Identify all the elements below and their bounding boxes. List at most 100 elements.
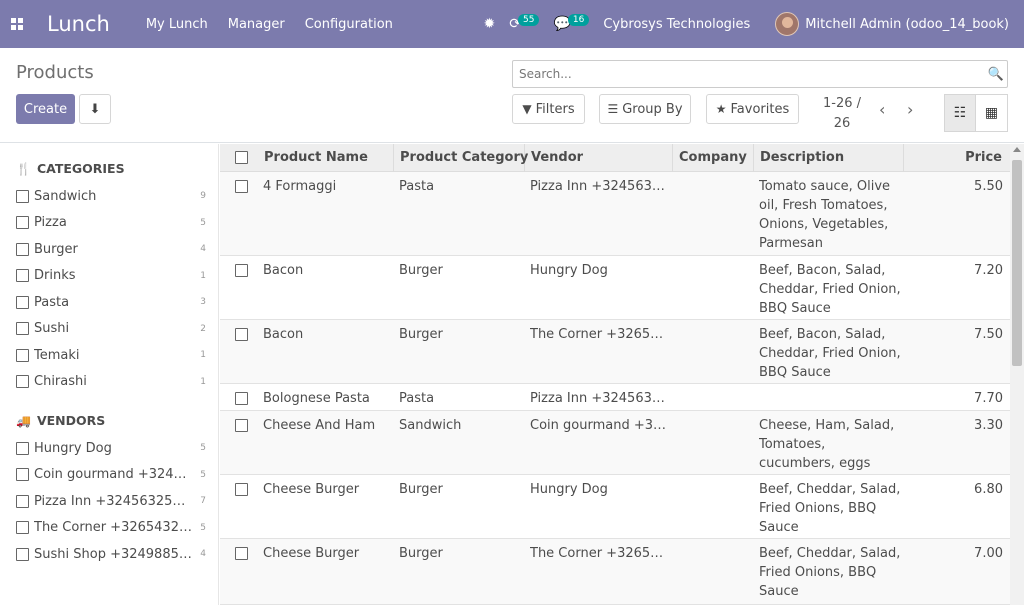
menu-configuration[interactable]: Configuration bbox=[305, 17, 393, 32]
cell-price: 3.30 bbox=[974, 418, 1003, 433]
table-row[interactable]: Cheese And Ham Sandwich Coin gourmand +324… bbox=[220, 411, 1010, 475]
search-icon[interactable]: 🔍 bbox=[985, 67, 1007, 82]
debug-bug-icon[interactable]: ✹ bbox=[484, 16, 496, 32]
cell-product-category: Pasta bbox=[399, 179, 435, 194]
category-filter-item[interactable]: Temaki 1 bbox=[16, 345, 206, 365]
cell-description: Beef, Cheddar, Salad, Fried Onions, BBQ … bbox=[759, 546, 901, 599]
categories-title: CATEGORIES bbox=[36, 161, 125, 176]
pager-next-icon[interactable]: › bbox=[907, 100, 913, 119]
category-filter-item[interactable]: Pasta 3 bbox=[16, 292, 206, 312]
scroll-up-icon[interactable] bbox=[1013, 147, 1021, 152]
row-checkbox[interactable] bbox=[235, 547, 248, 560]
cutlery-icon: 🍴 bbox=[16, 161, 31, 176]
row-checkbox[interactable] bbox=[235, 419, 248, 432]
row-checkbox[interactable] bbox=[235, 392, 248, 405]
table-row[interactable]: Cheese Burger Burger The Corner +3265432… B… bbox=[220, 539, 1010, 605]
vendor-filter-item[interactable]: The Corner +32654321… 5 bbox=[16, 518, 206, 538]
cell-price: 6.80 bbox=[974, 482, 1003, 497]
menu-manager[interactable]: Manager bbox=[228, 17, 285, 32]
app-title[interactable]: Lunch bbox=[47, 12, 110, 36]
filter-checkbox[interactable] bbox=[16, 322, 29, 335]
filter-label: Sandwich bbox=[34, 188, 97, 204]
cell-price: 7.20 bbox=[974, 263, 1003, 278]
favorites-label: Favorites bbox=[730, 101, 790, 117]
filter-count: 3 bbox=[200, 297, 206, 307]
category-filter-item[interactable]: Burger 4 bbox=[16, 239, 206, 259]
list-view-icon[interactable]: ☷ bbox=[944, 94, 976, 132]
filter-label: Coin gourmand +32485… bbox=[34, 467, 192, 482]
group-by-label: Group By bbox=[622, 101, 683, 117]
filter-checkbox[interactable] bbox=[16, 295, 29, 309]
company-switcher[interactable]: Cybrosys Technologies bbox=[603, 17, 750, 32]
row-checkbox[interactable] bbox=[235, 483, 248, 496]
download-button[interactable]: ⬇ bbox=[79, 94, 111, 124]
category-filter-item[interactable]: Pizza 5 bbox=[16, 213, 206, 233]
user-avatar[interactable] bbox=[775, 12, 800, 36]
filter-checkbox[interactable] bbox=[16, 242, 29, 256]
cell-price: 7.50 bbox=[974, 327, 1003, 342]
cell-vendor: Coin gourmand +324… bbox=[530, 418, 670, 433]
cell-product-name: Bolognese Pasta bbox=[263, 391, 370, 406]
filter-checkbox[interactable] bbox=[16, 375, 29, 388]
filter-checkbox[interactable] bbox=[16, 521, 29, 534]
filter-count: 5 bbox=[200, 469, 206, 480]
category-filter-item[interactable]: Sandwich 9 bbox=[16, 186, 206, 206]
pager-value[interactable]: 1-26 / 26 bbox=[821, 94, 863, 134]
pager-previous-icon[interactable]: ‹ bbox=[879, 100, 885, 119]
filter-checkbox[interactable] bbox=[16, 441, 29, 455]
column-vendor[interactable]: Vendor bbox=[525, 144, 673, 172]
filter-checkbox[interactable] bbox=[16, 269, 29, 282]
filter-checkbox[interactable] bbox=[16, 547, 29, 561]
cell-product-category: Sandwich bbox=[399, 418, 462, 433]
activity-clock-icon[interactable]: ⟳ 55 bbox=[509, 14, 540, 32]
column-company[interactable]: Company bbox=[673, 144, 754, 172]
select-all-checkbox[interactable] bbox=[235, 151, 248, 164]
group-by-button[interactable]: ☰ Group By bbox=[599, 94, 691, 124]
category-filter-item[interactable]: Sushi 2 bbox=[16, 319, 206, 339]
cell-product-name: Cheese Burger bbox=[263, 546, 360, 561]
column-product-category[interactable]: Product Category bbox=[394, 144, 528, 172]
cell-price: 5.50 bbox=[974, 179, 1003, 194]
cell-vendor: Pizza Inn +32456325… bbox=[530, 391, 670, 406]
search-input[interactable] bbox=[519, 67, 985, 81]
row-checkbox[interactable] bbox=[235, 264, 248, 277]
column-price[interactable]: Price bbox=[904, 144, 1010, 172]
table-row[interactable]: Bacon Burger The Corner +3265432… Beef, Bac… bbox=[220, 320, 1010, 384]
favorites-button[interactable]: ★ Favorites bbox=[706, 94, 799, 124]
filter-count: 4 bbox=[200, 244, 206, 254]
filter-checkbox[interactable] bbox=[16, 348, 29, 362]
filters-button[interactable]: ▼ Filters bbox=[512, 94, 585, 124]
user-menu[interactable]: Mitchell Admin (odoo_14_book) bbox=[805, 17, 1009, 32]
category-filter-item[interactable]: Chirashi 1 bbox=[16, 372, 206, 392]
category-filter-item[interactable]: Drinks 1 bbox=[16, 266, 206, 286]
messages-chat-icon[interactable]: 💬 16 bbox=[553, 14, 590, 32]
filter-label: Hungry Dog bbox=[34, 440, 112, 456]
vendor-filter-item[interactable]: Pizza Inn +32456325289 7 bbox=[16, 491, 206, 511]
filter-count: 9 bbox=[200, 191, 206, 201]
vendor-filter-item[interactable]: Coin gourmand +32485… 5 bbox=[16, 465, 206, 485]
list-scrollbar[interactable] bbox=[1010, 144, 1024, 605]
filter-checkbox[interactable] bbox=[16, 189, 29, 203]
column-description[interactable]: Description bbox=[754, 144, 904, 172]
table-row[interactable]: Bacon Burger Hungry Dog Beef, Bacon, Salad,… bbox=[220, 256, 1010, 320]
vendor-filter-item[interactable]: Sushi Shop +32498859… 4 bbox=[16, 544, 206, 564]
apps-menu-icon[interactable] bbox=[0, 0, 34, 48]
scroll-thumb[interactable] bbox=[1012, 160, 1022, 366]
filter-count: 5 bbox=[200, 522, 206, 533]
kanban-view-icon[interactable]: ▦ bbox=[976, 94, 1008, 132]
cell-description: Beef, Bacon, Salad, Cheddar, Fried Onion… bbox=[759, 263, 901, 316]
filter-checkbox[interactable] bbox=[16, 468, 29, 481]
filter-checkbox[interactable] bbox=[16, 216, 29, 229]
table-row[interactable]: Cheese Burger Burger Hungry Dog Beef, Chedd… bbox=[220, 475, 1010, 539]
messages-badge: 16 bbox=[567, 14, 590, 26]
table-row[interactable]: 4 Formaggi Pasta Pizza Inn +32456325… Tomat… bbox=[220, 172, 1010, 256]
filter-checkbox[interactable] bbox=[16, 494, 29, 508]
row-checkbox[interactable] bbox=[235, 180, 248, 193]
filter-label: Drinks bbox=[34, 268, 76, 283]
table-row[interactable]: Bolognese Pasta Pasta Pizza Inn +32456325…… bbox=[220, 384, 1010, 411]
create-button[interactable]: Create bbox=[16, 94, 75, 124]
column-product-name[interactable]: Product Name bbox=[258, 144, 394, 172]
menu-my-lunch[interactable]: My Lunch bbox=[146, 17, 208, 32]
vendor-filter-item[interactable]: Hungry Dog 5 bbox=[16, 438, 206, 458]
row-checkbox[interactable] bbox=[235, 328, 248, 341]
